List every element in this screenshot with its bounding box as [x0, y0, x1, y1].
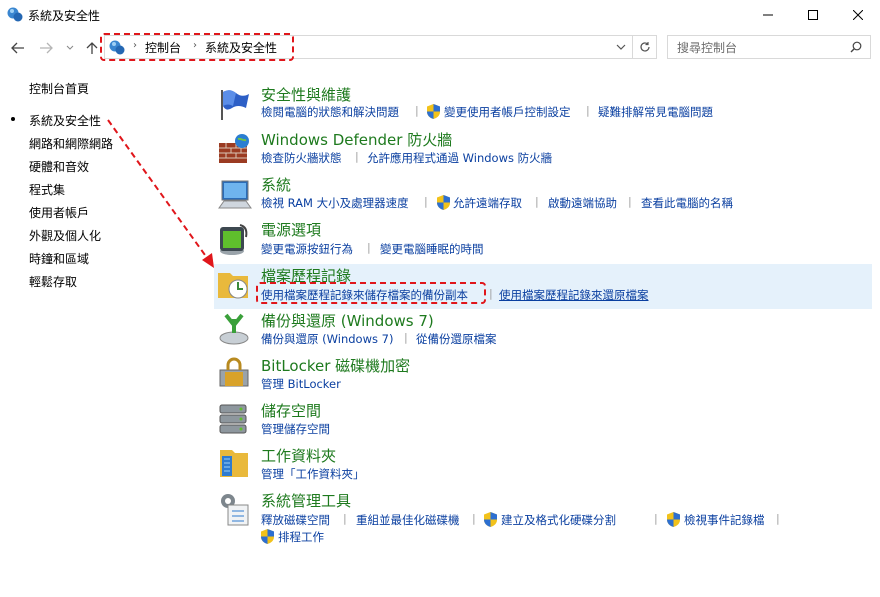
sidebar-home-link[interactable]: 控制台首頁: [29, 80, 89, 97]
chevron-down-icon: [66, 45, 74, 50]
link-remote-assistance[interactable]: 啟動遠端協助: [548, 195, 617, 211]
link-schedule-tasks[interactable]: 排程工作: [278, 529, 324, 545]
recent-locations-button[interactable]: [63, 38, 77, 58]
sidebar-item-programs[interactable]: 程式集: [29, 181, 65, 198]
link-separator: |: [424, 195, 428, 208]
close-button[interactable]: [835, 0, 880, 30]
admin-tools-icon: [221, 494, 249, 526]
link-separator: |: [472, 512, 476, 525]
link-restore-from-backup[interactable]: 從備份還原檔案: [416, 331, 497, 347]
link-review-status[interactable]: 檢閱電腦的狀態和解決問題: [261, 104, 399, 120]
link-free-disk-space[interactable]: 釋放磁碟空間: [261, 512, 330, 528]
close-icon: [853, 10, 863, 20]
battery-icon: [220, 224, 248, 255]
link-separator: |: [367, 241, 371, 254]
sidebar-item-user-accounts[interactable]: 使用者帳戶: [29, 204, 89, 221]
link-separator: |: [535, 195, 539, 208]
link-separator: |: [355, 150, 359, 163]
refresh-icon: [639, 42, 650, 52]
maximize-icon: [808, 10, 818, 20]
sidebar-item-clock-region[interactable]: 時鐘和區域: [29, 250, 89, 267]
link-allow-app-firewall[interactable]: 允許應用程式通過 Windows 防火牆: [367, 150, 552, 166]
uac-shield-icon: [427, 104, 440, 119]
link-create-partitions[interactable]: 建立及格式化硬碟分割: [501, 512, 616, 528]
link-manage-work-folders[interactable]: 管理「工作資料夾」: [261, 466, 365, 482]
computer-icon: [218, 180, 252, 209]
link-computer-name[interactable]: 查看此電腦的名稱: [641, 195, 733, 211]
sidebar-item-system-security[interactable]: 系統及安全性: [29, 112, 101, 129]
search-placeholder: 搜尋控制台: [677, 41, 738, 55]
link-separator: |: [343, 512, 347, 525]
link-separator: |: [489, 287, 493, 300]
link-separator: |: [654, 512, 658, 525]
work-folders-icon: [220, 450, 248, 477]
link-change-uac[interactable]: 變更使用者帳戶控制設定: [444, 104, 571, 120]
link-manage-storage[interactable]: 管理儲存空間: [261, 421, 330, 437]
file-history-icon: [218, 273, 248, 299]
sidebar-item-ease-of-access[interactable]: 輕鬆存取: [29, 273, 77, 290]
uac-shield-icon: [437, 195, 450, 210]
search-icon[interactable]: [850, 41, 862, 53]
link-event-logs[interactable]: 檢視事件記錄檔: [684, 512, 765, 528]
flag-icon: [221, 90, 249, 120]
maximize-button[interactable]: [790, 0, 836, 30]
link-defrag[interactable]: 重組並最佳化磁碟機: [356, 512, 460, 528]
link-view-ram[interactable]: 檢視 RAM 大小及處理器速度: [261, 195, 409, 211]
category-security-maintenance-title[interactable]: 安全性與維護: [261, 84, 351, 105]
uac-shield-icon: [261, 529, 274, 544]
link-manage-bitlocker[interactable]: 管理 BitLocker: [261, 376, 341, 392]
sidebar-item-appearance[interactable]: 外觀及個人化: [29, 227, 101, 244]
back-button[interactable]: [8, 38, 28, 58]
current-page-bullet-icon: [11, 117, 15, 121]
annotation-link-highlight: [256, 282, 486, 304]
bitlocker-icon: [219, 357, 249, 387]
annotation-arrow-icon: [107, 119, 214, 268]
link-restore-files[interactable]: 使用檔案歷程記錄來還原檔案: [499, 287, 649, 303]
link-separator: |: [404, 331, 408, 344]
link-sleep-time[interactable]: 變更電腦睡眠的時間: [380, 241, 484, 257]
annotation-breadcrumb-highlight: [100, 33, 294, 61]
uac-shield-icon: [667, 512, 680, 527]
up-button[interactable]: [84, 38, 100, 58]
category-backup-restore-title[interactable]: 備份與還原 (Windows 7): [261, 310, 434, 331]
link-check-firewall[interactable]: 檢查防火牆狀態: [261, 150, 342, 166]
link-backup-restore[interactable]: 備份與還原 (Windows 7): [261, 331, 393, 347]
category-system-title[interactable]: 系統: [261, 174, 291, 195]
link-separator: |: [586, 104, 590, 117]
link-power-button[interactable]: 變更電源按鈕行為: [261, 241, 353, 257]
backup-icon: [219, 313, 249, 345]
chevron-down-icon: [616, 44, 626, 50]
link-separator: |: [415, 104, 419, 117]
category-work-folders-title[interactable]: 工作資料夾: [261, 445, 336, 466]
link-allow-remote-access[interactable]: 允許遠端存取: [453, 195, 522, 211]
up-arrow-icon: [86, 41, 98, 54]
address-dropdown-button[interactable]: [616, 40, 626, 54]
sidebar-item-hardware[interactable]: 硬體和音效: [29, 158, 89, 175]
refresh-button[interactable]: [633, 35, 657, 59]
minimize-button[interactable]: [745, 0, 791, 30]
minimize-icon: [763, 14, 773, 16]
category-power-title[interactable]: 電源選項: [261, 219, 321, 240]
uac-shield-icon: [484, 512, 497, 527]
forward-button[interactable]: [36, 38, 56, 58]
firewall-icon: [219, 134, 249, 163]
category-admin-tools-title[interactable]: 系統管理工具: [261, 490, 351, 511]
back-arrow-icon: [11, 42, 24, 54]
link-separator: |: [776, 512, 780, 525]
forward-arrow-icon: [40, 42, 53, 54]
window-title: 系統及安全性: [28, 9, 101, 23]
link-separator: |: [628, 195, 632, 208]
link-troubleshoot[interactable]: 疑難排解常見電腦問題: [598, 104, 713, 120]
control-panel-icon: [7, 7, 23, 22]
category-firewall-title[interactable]: Windows Defender 防火牆: [261, 129, 452, 150]
category-storage-spaces-title[interactable]: 儲存空間: [261, 400, 321, 421]
storage-icon: [219, 404, 247, 434]
category-bitlocker-title[interactable]: BitLocker 磁碟機加密: [261, 355, 410, 376]
